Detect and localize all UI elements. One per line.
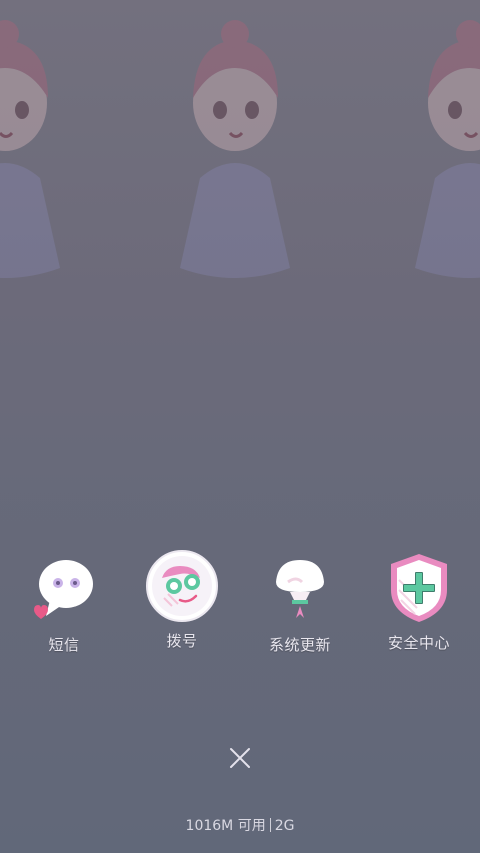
- sms-icon: [26, 552, 102, 628]
- app-security-center[interactable]: 安全中心: [369, 550, 469, 653]
- app-system-update[interactable]: 系统更新: [250, 552, 350, 655]
- wallpaper-dim-overlay: [0, 0, 480, 853]
- security-center-icon: [381, 550, 457, 626]
- wallpaper: [0, 0, 480, 853]
- app-sms[interactable]: 短信: [14, 552, 114, 655]
- network-type-text: 2G: [274, 818, 295, 834]
- close-icon: [230, 748, 250, 768]
- app-label: 系统更新: [268, 636, 331, 654]
- memory-status: 1016M 可用 2G: [0, 815, 480, 835]
- app-label: 安全中心: [387, 634, 450, 652]
- dialer-icon: [144, 548, 220, 624]
- status-divider: [269, 818, 271, 832]
- app-label: 拨号: [166, 632, 198, 650]
- system-update-icon: [262, 552, 338, 628]
- recent-apps-row: 短信 拨号 系统更新 安全中心: [0, 548, 480, 658]
- memory-available-text: 1016M 可用: [185, 818, 266, 834]
- app-dialer[interactable]: 拨号: [132, 548, 232, 651]
- app-label: 短信: [48, 636, 80, 654]
- close-recents-button[interactable]: [222, 740, 258, 776]
